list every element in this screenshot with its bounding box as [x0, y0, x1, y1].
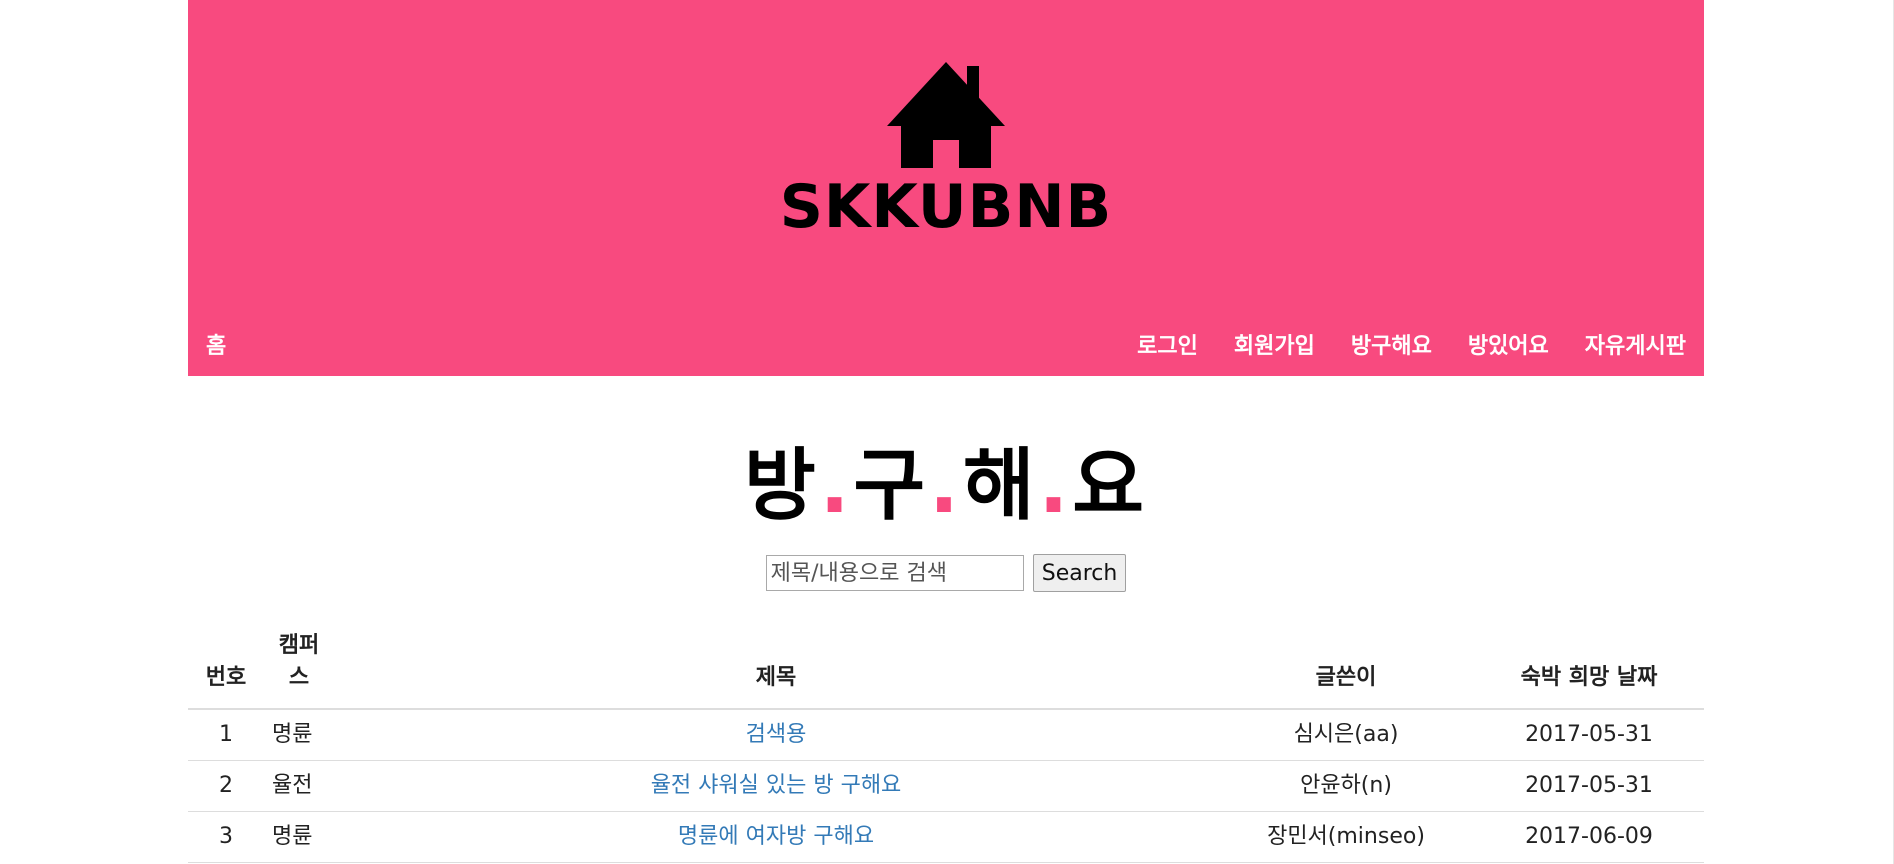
table-header-row: 번호 캠퍼스 제목 글쓴이 숙박 희망 날짜 [188, 630, 1704, 710]
header-num: 번호 [188, 630, 264, 710]
header-author: 글쓴이 [1218, 630, 1474, 710]
header-date: 숙박 희망 날짜 [1474, 630, 1704, 710]
table-row: 1 명륜 검색용 심시은(aa) 2017-05-31 [188, 709, 1704, 761]
brand-name: SKKUBNB [779, 172, 1113, 242]
post-title-link[interactable]: 검색용 [746, 722, 807, 747]
page-container: SKKUBNB 홈 로그인 회원가입 방구해요 방있어요 자유게시판 방.구.해… [188, 0, 1704, 863]
row-num: 3 [188, 811, 264, 863]
nav-room-available-link[interactable]: 방있어요 [1468, 328, 1549, 360]
title-dot: . [819, 441, 854, 531]
post-title-link[interactable]: 명륜에 여자방 구해요 [678, 824, 874, 849]
title-part: 방 [744, 441, 820, 531]
post-title-link[interactable]: 율전 샤워실 있는 방 구해요 [651, 773, 902, 798]
title-part: 해 [962, 441, 1039, 531]
header-title: 제목 [334, 630, 1218, 710]
nav-login-link[interactable]: 로그인 [1137, 328, 1198, 360]
title-part: 요 [1072, 441, 1148, 531]
nav-room-wanted-link[interactable]: 방구해요 [1351, 328, 1432, 360]
row-campus: 명륜 [264, 811, 334, 863]
logo[interactable]: SKKUBNB [188, 60, 1704, 242]
title-dot: . [929, 441, 963, 531]
table-row: 3 명륜 명륜에 여자방 구해요 장민서(minseo) 2017-06-09 [188, 811, 1704, 863]
site-header: SKKUBNB 홈 로그인 회원가입 방구해요 방있어요 자유게시판 [188, 0, 1704, 376]
row-author: 심시은(aa) [1218, 709, 1474, 761]
header-campus: 캠퍼스 [264, 630, 334, 710]
row-campus: 율전 [264, 760, 334, 812]
row-date: 2017-05-31 [1474, 760, 1704, 812]
row-num: 2 [188, 760, 264, 812]
row-title-cell: 율전 샤워실 있는 방 구해요 [334, 760, 1218, 812]
search-button[interactable]: Search [1032, 554, 1127, 592]
posts-table: 번호 캠퍼스 제목 글쓴이 숙박 희망 날짜 1 명륜 검색용 심시은(aa) … [188, 630, 1704, 863]
nav-home-link[interactable]: 홈 [206, 328, 226, 360]
house-icon [887, 60, 1005, 174]
row-num: 1 [188, 709, 264, 761]
row-author: 안윤하(n) [1218, 760, 1474, 812]
row-campus: 명륜 [264, 709, 334, 761]
main-nav: 홈 로그인 회원가입 방구해요 방있어요 자유게시판 [188, 320, 1704, 364]
nav-right-menu: 로그인 회원가입 방구해요 방있어요 자유게시판 [1137, 328, 1686, 360]
row-title-cell: 명륜에 여자방 구해요 [334, 811, 1218, 863]
page-title: 방.구.해.요 [188, 436, 1704, 536]
nav-free-board-link[interactable]: 자유게시판 [1585, 328, 1686, 360]
search-form: Search [188, 554, 1704, 592]
title-dot: . [1038, 441, 1073, 531]
row-date: 2017-05-31 [1474, 709, 1704, 761]
row-date: 2017-06-09 [1474, 811, 1704, 863]
row-author: 장민서(minseo) [1218, 811, 1474, 863]
row-title-cell: 검색용 [334, 709, 1218, 761]
table-row: 2 율전 율전 샤워실 있는 방 구해요 안윤하(n) 2017-05-31 [188, 760, 1704, 812]
search-input[interactable] [765, 555, 1024, 591]
nav-signup-link[interactable]: 회원가입 [1234, 328, 1315, 360]
title-part: 구 [853, 441, 930, 531]
